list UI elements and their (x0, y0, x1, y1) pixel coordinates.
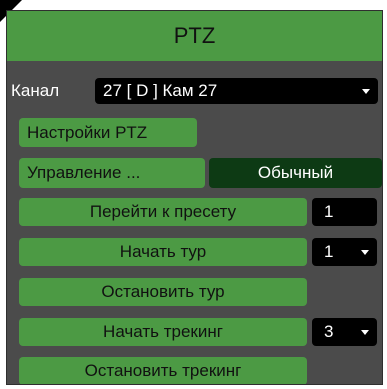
dialog-title: PTZ (7, 11, 382, 61)
start-tracking-button[interactable]: Начать трекинг (19, 318, 307, 346)
start-tour-button[interactable]: Начать тур (19, 238, 307, 266)
channel-value: 27 [ D ] Кам 27 (103, 81, 218, 100)
chevron-down-icon (361, 249, 369, 255)
stop-tour-button[interactable]: Остановить тур (19, 278, 307, 306)
stop-tracking-button[interactable]: Остановить трекинг (19, 357, 307, 384)
channel-label: Канал (11, 81, 60, 100)
chevron-down-icon (362, 88, 370, 94)
control-button[interactable]: Управление ... (19, 158, 205, 188)
preset-number-field[interactable]: 1 (312, 198, 377, 226)
channel-select[interactable]: 27 [ D ] Кам 27 (95, 78, 378, 104)
chevron-down-icon (361, 329, 369, 335)
ptz-settings-button[interactable]: Настройки PTZ (19, 118, 197, 147)
tracking-select[interactable]: 3 (312, 318, 377, 346)
tour-value: 1 (324, 242, 334, 261)
tour-select[interactable]: 1 (312, 238, 377, 266)
tracking-value: 3 (324, 322, 334, 341)
goto-preset-button[interactable]: Перейти к пресету (19, 198, 307, 226)
control-mode-button[interactable]: Обычный (209, 158, 382, 188)
ptz-dialog: PTZ Канал 27 [ D ] Кам 27 Настройки PTZ … (6, 10, 383, 385)
